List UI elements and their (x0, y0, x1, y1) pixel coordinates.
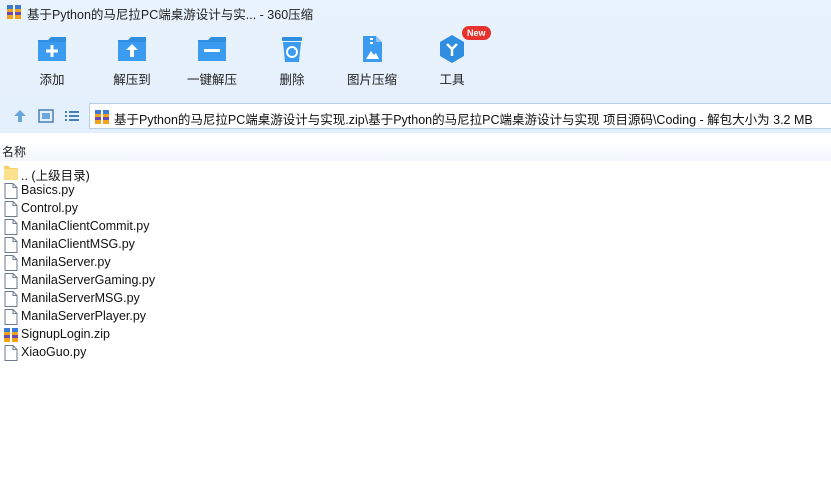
new-badge: New (462, 26, 491, 40)
top-panel: 基于Python的马尼拉PC端桌游设计与实... - 360压缩 添加 解压到 … (0, 0, 831, 133)
file-icon (4, 183, 18, 199)
list-item-parent-directory[interactable]: .. (上级目录) (0, 164, 831, 183)
list-item[interactable]: XiaoGuo.py (0, 344, 831, 362)
file-name: ManilaServerPlayer.py (21, 309, 147, 323)
file-icon (4, 291, 18, 307)
list-item[interactable]: SignupLogin.zip (0, 326, 831, 344)
file-icon (4, 255, 18, 271)
column-header-name[interactable]: 名称 (2, 143, 26, 160)
list-item[interactable]: Basics.py (0, 182, 831, 200)
file-name: ManilaServer.py (21, 255, 111, 269)
address-bar: 基于Python的马尼拉PC端桌游设计与实现.zip\基于Python的马尼拉P… (0, 100, 831, 132)
one-click-extract-button[interactable]: 一键解压 (172, 30, 252, 92)
up-arrow-icon[interactable] (11, 108, 29, 124)
file-list: .. (上级目录) Basics.py Control.py ManilaCli… (0, 164, 831, 362)
list-item[interactable]: ManilaClientCommit.py (0, 218, 831, 236)
file-name: ManilaClientCommit.py (21, 219, 150, 233)
extract-to-icon (118, 37, 146, 61)
list-item[interactable]: ManilaServerGaming.py (0, 272, 831, 290)
file-name: ManilaClientMSG.py (21, 237, 135, 251)
list-header: 名称 (0, 140, 831, 161)
file-name: Basics.py (21, 183, 75, 197)
file-name: Control.py (21, 201, 78, 215)
add-button[interactable]: 添加 (12, 30, 92, 92)
file-name: ManilaServerMSG.py (21, 291, 140, 305)
tools-icon (440, 35, 464, 63)
extract-to-button[interactable]: 解压到 (92, 30, 172, 92)
one-click-extract-label: 一键解压 (186, 73, 237, 87)
file-name: SignupLogin.zip (21, 327, 110, 341)
app-window: 基于Python的马尼拉PC端桌游设计与实... - 360压缩 添加 解压到 … (0, 0, 831, 481)
list-item[interactable]: ManilaServerMSG.py (0, 290, 831, 308)
file-name: ManilaServerGaming.py (21, 273, 156, 287)
one-click-extract-icon (198, 37, 226, 61)
archive-app-icon (7, 5, 21, 19)
add-folder-icon (38, 37, 66, 61)
extract-to-label: 解压到 (113, 73, 151, 87)
list-view-icon[interactable] (63, 108, 81, 124)
delete-button[interactable]: 删除 (252, 30, 332, 92)
file-name: XiaoGuo.py (21, 345, 87, 359)
list-item[interactable]: ManilaServerPlayer.py (0, 308, 831, 326)
image-compress-icon (363, 36, 382, 62)
path-field[interactable]: 基于Python的马尼拉PC端桌游设计与实现.zip\基于Python的马尼拉P… (89, 103, 831, 129)
title-bar: 基于Python的马尼拉PC端桌游设计与实... - 360压缩 (0, 0, 831, 24)
zip-archive-icon (4, 328, 18, 342)
image-compress-label: 图片压缩 (346, 73, 397, 87)
folder-icon (4, 166, 18, 180)
image-compress-button[interactable]: 图片压缩 (332, 30, 412, 92)
file-icon (4, 237, 18, 253)
file-icon (4, 273, 18, 289)
file-icon (4, 309, 18, 325)
recycle-bin-icon (282, 37, 302, 62)
file-icon (4, 345, 18, 361)
file-icon (4, 201, 18, 217)
tools-button[interactable]: New 工具 (412, 26, 492, 92)
thumbnail-view-icon[interactable] (37, 108, 55, 124)
file-icon (4, 219, 18, 235)
list-item[interactable]: ManilaClientMSG.py (0, 236, 831, 254)
window-title: 基于Python的马尼拉PC端桌游设计与实... - 360压缩 (27, 8, 314, 22)
delete-label: 删除 (279, 73, 305, 87)
list-item[interactable]: ManilaServer.py (0, 254, 831, 272)
tools-label: 工具 (439, 73, 465, 87)
path-text: 基于Python的马尼拉PC端桌游设计与实现.zip\基于Python的马尼拉P… (114, 113, 813, 127)
toolbar: 添加 解压到 一键解压 删除 图片压缩 New 工具 (0, 26, 831, 92)
add-label: 添加 (39, 73, 65, 87)
list-item[interactable]: Control.py (0, 200, 831, 218)
zip-archive-icon (95, 110, 109, 124)
